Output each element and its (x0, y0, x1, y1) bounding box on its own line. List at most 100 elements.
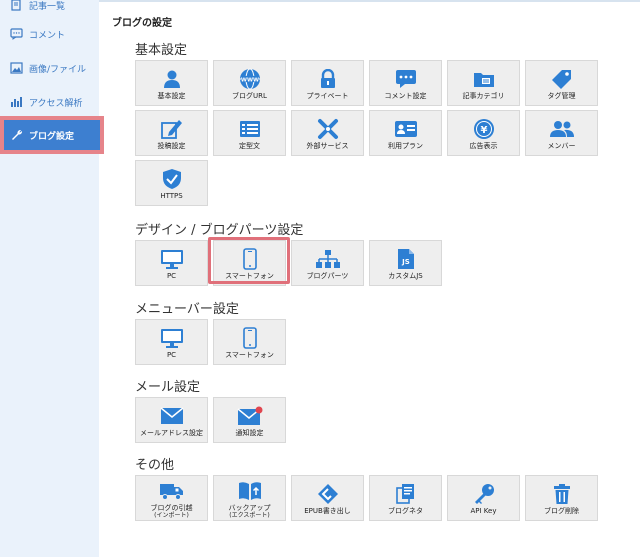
comment-icon (9, 28, 23, 40)
list-icon (239, 118, 261, 140)
bar-chart-icon (9, 96, 23, 108)
tile-label: バックアップ (228, 504, 271, 512)
tile-tag-management[interactable]: タグ管理 (525, 60, 598, 106)
tile-external-services[interactable]: 外部サービス (291, 110, 364, 156)
sidebar-item-analytics[interactable]: アクセス解析 (0, 87, 99, 117)
tile-comment-settings[interactable]: コメント設定 (369, 60, 442, 106)
user-icon (162, 68, 182, 90)
smartphone-icon (242, 327, 257, 349)
comment-icon (395, 68, 417, 90)
shield-check-icon (162, 168, 182, 190)
tile-blog-url[interactable]: WWW ブログURL (213, 60, 286, 106)
tile-label: HTTPS (160, 192, 183, 200)
tools-icon (317, 118, 339, 140)
tile-label: プライベート (306, 92, 349, 100)
sidebar-item-images[interactable]: 画像/ファイル (0, 53, 99, 83)
tile-label: スマートフォン (225, 351, 274, 359)
js-file-icon: JS (397, 248, 415, 270)
tile-usage-plan[interactable]: 利用プラン (369, 110, 442, 156)
tile-design-pc[interactable]: PC (135, 240, 208, 286)
section-title-basic: 基本設定 (135, 43, 188, 58)
sidebar-item-label: 画像/ファイル (29, 64, 87, 75)
tile-menubar-pc[interactable]: PC (135, 319, 208, 365)
tile-label: 利用プラン (388, 142, 423, 150)
lock-icon (319, 68, 337, 90)
sidebar: 記事一覧 コメント 画像/ファイル アクセス解析 ブログ設定 (0, 0, 104, 557)
sidebar-item-label: ブログ設定 (29, 131, 75, 142)
tile-basic-settings[interactable]: 基本設定 (135, 60, 208, 106)
tile-private[interactable]: プライベート (291, 60, 364, 106)
monitor-icon (160, 327, 184, 349)
tile-mail-address[interactable]: メールアドレス設定 (135, 397, 208, 443)
sidebar-item-label: 記事一覧 (29, 1, 66, 12)
key-icon (473, 483, 495, 505)
tile-label: 通知設定 (235, 429, 264, 437)
tile-sublabel: (エクスポート) (229, 512, 270, 519)
tile-label: ブログネタ (388, 507, 423, 515)
copy-icon (395, 483, 417, 505)
tile-backup-export[interactable]: バックアップ (エクスポート) (213, 475, 286, 521)
tile-blog-topics[interactable]: ブログネタ (369, 475, 442, 521)
svg-text:JS: JS (401, 258, 410, 266)
users-icon (549, 118, 575, 140)
tile-ad-display[interactable]: ¥ 広告表示 (447, 110, 520, 156)
sidebar-item-active-bg: ブログ設定 (4, 120, 100, 150)
tile-template-text[interactable]: 定型文 (213, 110, 286, 156)
tile-label: 定型文 (239, 142, 260, 150)
smartphone-highlight-frame (208, 237, 290, 284)
trash-icon (553, 483, 571, 505)
truck-icon (159, 480, 185, 502)
wrench-icon (10, 129, 24, 141)
tile-notification-settings[interactable]: 通知設定 (213, 397, 286, 443)
tile-label: メールアドレス設定 (140, 429, 203, 437)
tile-label: ブログURL (232, 92, 267, 100)
sidebar-item-blog-settings[interactable]: ブログ設定 (0, 116, 104, 154)
tile-menubar-smartphone[interactable]: スマートフォン (213, 319, 286, 365)
section-title-design: デザイン / ブログパーツ設定 (135, 223, 304, 238)
tile-label: 広告表示 (469, 142, 498, 150)
tile-epub-export[interactable]: EPUB書き出し (291, 475, 364, 521)
epub-icon (317, 483, 339, 505)
tile-label: 記事カテゴリ (462, 92, 505, 100)
sidebar-item-comments[interactable]: コメント (0, 19, 99, 49)
image-icon (9, 62, 23, 74)
tile-label: EPUB書き出し (304, 507, 351, 515)
tile-label: コメント設定 (384, 92, 427, 100)
tile-post-settings[interactable]: 投稿設定 (135, 110, 208, 156)
tile-api-key[interactable]: API Key (447, 475, 520, 521)
tile-article-category[interactable]: 記事カテゴリ (447, 60, 520, 106)
tile-label: 外部サービス (306, 142, 349, 150)
pencil-icon (160, 118, 183, 140)
tile-https[interactable]: HTTPS (135, 160, 208, 206)
yen-coin-icon: ¥ (473, 118, 495, 140)
tile-blog-import[interactable]: ブログの引越 (インポート) (135, 475, 208, 521)
top-divider (99, 0, 640, 2)
svg-text:WWW: WWW (240, 77, 258, 83)
tile-delete-blog[interactable]: ブログ削除 (525, 475, 598, 521)
page-title: ブログの設定 (112, 18, 172, 29)
tile-sublabel: (インポート) (154, 512, 189, 519)
tile-label: ブログ削除 (544, 507, 579, 515)
tile-label: メンバー (547, 142, 576, 150)
book-upload-icon (238, 480, 262, 502)
tile-custom-js[interactable]: JS カスタムJS (369, 240, 442, 286)
monitor-icon (160, 248, 184, 270)
sitemap-icon (315, 248, 341, 270)
tile-label: 基本設定 (157, 92, 186, 100)
section-title-other: その他 (135, 458, 175, 473)
www-globe-icon: WWW (239, 68, 261, 90)
tile-label: PC (166, 351, 177, 359)
tile-label: API Key (470, 507, 497, 515)
tile-blog-parts[interactable]: ブログパーツ (291, 240, 364, 286)
folder-icon (473, 68, 495, 90)
tile-label: PC (166, 272, 177, 280)
id-card-icon (394, 118, 418, 140)
document-icon (9, 0, 23, 11)
tile-label: タグ管理 (547, 92, 576, 100)
sidebar-item-label: コメント (29, 30, 66, 41)
mail-notify-icon (237, 405, 263, 427)
section-title-menubar: メニューバー設定 (135, 302, 239, 317)
sidebar-item-label: アクセス解析 (29, 98, 83, 109)
sidebar-item-articles[interactable]: 記事一覧 (0, 0, 99, 20)
tile-members[interactable]: メンバー (525, 110, 598, 156)
